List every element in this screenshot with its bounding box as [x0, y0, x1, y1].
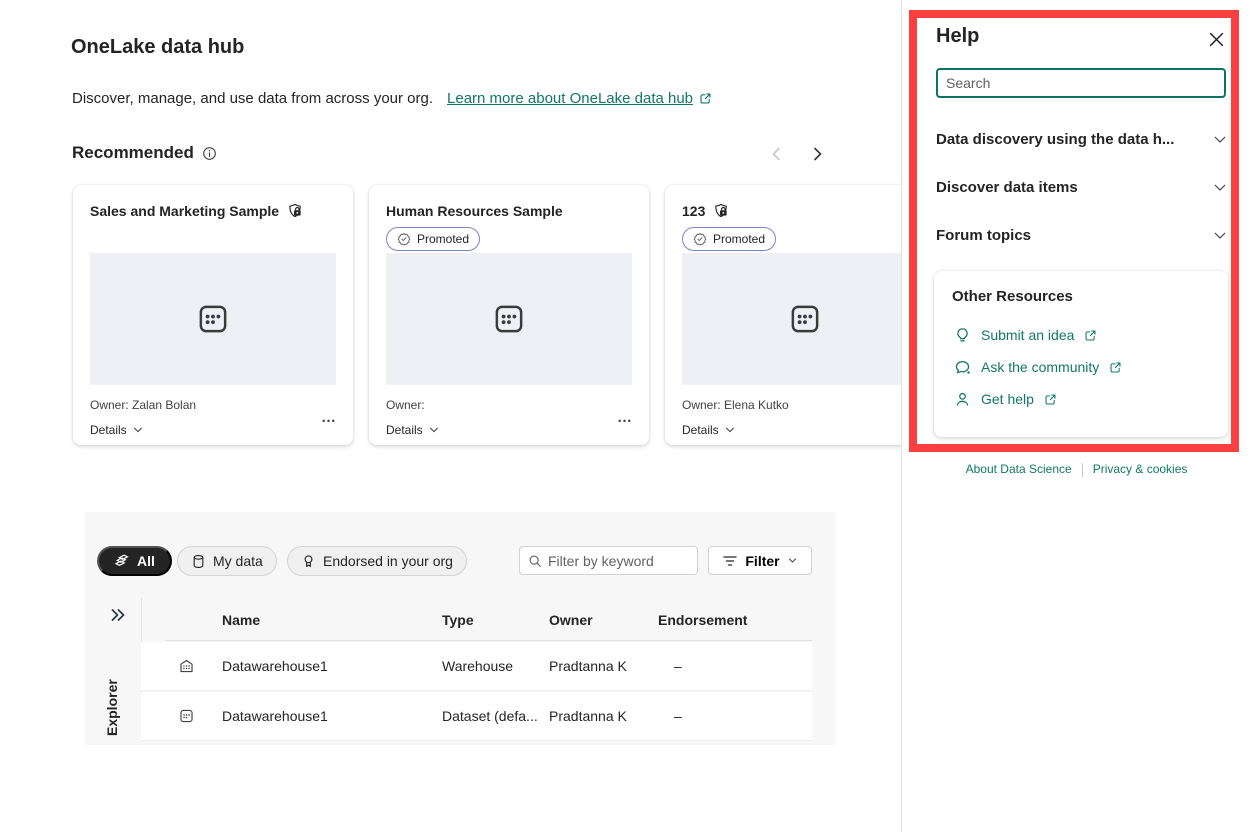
lightbulb-icon [957, 327, 968, 341]
row-name: Datawarehouse1 [222, 658, 328, 674]
help-search-box [936, 68, 1226, 98]
card-thumbnail [386, 253, 632, 385]
learn-more-link[interactable]: Learn more about OneLake data hub [447, 90, 712, 107]
other-resources-card: Other Resources Submit an idea Ask the c… [934, 271, 1228, 437]
help-panel-title: Help [936, 25, 980, 47]
card-owner: Owner: [386, 398, 425, 412]
page-subtitle: Discover, manage, and use data from acro… [72, 90, 434, 107]
row-owner: Pradtanna K [549, 658, 627, 674]
promoted-badge: Promoted [386, 227, 481, 251]
recommended-cards: Sales and Marketing Sample Owner: Zalan … [73, 185, 945, 445]
privacy-cookies-link[interactable]: Privacy & cookies [1093, 462, 1188, 476]
dataset-icon [199, 305, 227, 333]
external-link-icon [1085, 330, 1096, 340]
dataset-icon [178, 708, 195, 725]
card-title: Sales and Marketing Sample [90, 203, 280, 219]
card-thumbnail [682, 253, 928, 385]
table-row[interactable]: Datawarehouse1 Warehouse Pradtanna K – [141, 642, 812, 691]
card-owner: Owner: Zalan Bolan [90, 398, 197, 412]
about-link[interactable]: About Data Science [966, 462, 1072, 476]
more-options-button[interactable]: … [321, 410, 337, 425]
shield-lock-icon [287, 203, 303, 219]
dataset-icon [791, 305, 819, 333]
row-type: Dataset (defa... [442, 708, 538, 724]
card-title: 123 [682, 203, 706, 219]
recommended-title: Recommended [72, 143, 194, 162]
table-header-divider [165, 640, 812, 641]
keyword-filter-box [519, 546, 698, 575]
get-help-link[interactable]: Get help [954, 388, 1057, 410]
filter-tab-all[interactable]: All [97, 546, 172, 576]
explorer-pane-label[interactable]: Explorer [104, 636, 120, 736]
other-resources-title: Other Resources [952, 288, 1073, 305]
row-endorsement: – [674, 708, 682, 724]
column-header-name[interactable]: Name [222, 612, 260, 628]
card-details-toggle[interactable]: Details [90, 423, 143, 437]
row-owner: Pradtanna K [549, 708, 627, 724]
warehouse-icon [178, 658, 195, 675]
table-row[interactable]: Datawarehouse1 Dataset (defa... Pradtann… [141, 692, 812, 741]
help-panel: Help Data discovery using the data h... … [901, 0, 1250, 832]
carousel-prev-button[interactable] [763, 141, 789, 167]
row-name: Datawarehouse1 [222, 708, 328, 724]
medal-icon [304, 554, 313, 567]
help-section-data-discovery[interactable]: Data discovery using the data h... [936, 127, 1226, 151]
card-title: Human Resources Sample [386, 203, 563, 219]
help-section-forum-topics[interactable]: Forum topics [936, 223, 1226, 247]
rosette-icon [693, 232, 707, 246]
card-details-toggle[interactable]: Details [682, 423, 735, 437]
filter-tab-my-data[interactable]: My data [177, 546, 277, 576]
card-human-resources[interactable]: Human Resources Sample Promoted Owner: D… [369, 185, 649, 445]
ask-the-community-link[interactable]: Ask the community [954, 356, 1122, 378]
card-owner: Owner: Elena Kutko [682, 398, 789, 412]
chat-icon [955, 360, 970, 374]
footer-divider [1081, 462, 1083, 477]
row-endorsement: – [674, 658, 682, 674]
more-options-button[interactable]: … [617, 410, 633, 425]
help-section-discover-data-items[interactable]: Discover data items [936, 175, 1226, 199]
row-type: Warehouse [442, 658, 514, 674]
chevron-down-icon [429, 427, 438, 433]
page-title: OneLake data hub [71, 36, 245, 58]
person-icon [956, 392, 969, 406]
card-thumbnail [90, 253, 336, 385]
carousel-next-button[interactable] [805, 141, 831, 167]
chevron-down-icon [788, 558, 796, 563]
search-icon [529, 555, 541, 567]
column-header-type[interactable]: Type [442, 612, 474, 628]
expand-explorer-button[interactable] [110, 608, 126, 622]
card-sales-and-marketing[interactable]: Sales and Marketing Sample Owner: Zalan … [73, 185, 353, 445]
external-link-icon [699, 92, 712, 105]
chevron-down-icon [725, 427, 734, 433]
column-header-endorsement[interactable]: Endorsement [658, 612, 747, 628]
filter-icon [723, 555, 738, 566]
keyword-filter-input[interactable] [548, 552, 678, 569]
stack-icon [114, 554, 129, 566]
dataset-icon [495, 305, 523, 333]
card-details-toggle[interactable]: Details [386, 423, 439, 437]
external-link-icon [1045, 394, 1056, 404]
chevron-down-icon [1214, 183, 1226, 192]
filter-dropdown-button[interactable]: Filter [708, 546, 812, 575]
help-search-input[interactable] [946, 75, 1216, 91]
column-header-owner[interactable]: Owner [549, 612, 593, 628]
submit-an-idea-link[interactable]: Submit an idea [954, 324, 1097, 346]
filter-tab-endorsed[interactable]: Endorsed in your org [287, 546, 467, 576]
rosette-icon [397, 232, 411, 246]
chevron-down-icon [133, 427, 142, 433]
external-link-icon [1110, 362, 1121, 372]
info-icon[interactable] [202, 146, 217, 161]
promoted-badge: Promoted [682, 227, 777, 251]
shield-lock-icon [713, 203, 729, 219]
chevron-down-icon [1214, 135, 1226, 144]
database-icon [193, 554, 204, 568]
close-icon[interactable] [1205, 28, 1227, 50]
chevron-down-icon [1214, 231, 1226, 240]
help-footer-links: About Data Science Privacy & cookies [902, 462, 1250, 477]
double-chevron-right-icon [111, 609, 125, 621]
